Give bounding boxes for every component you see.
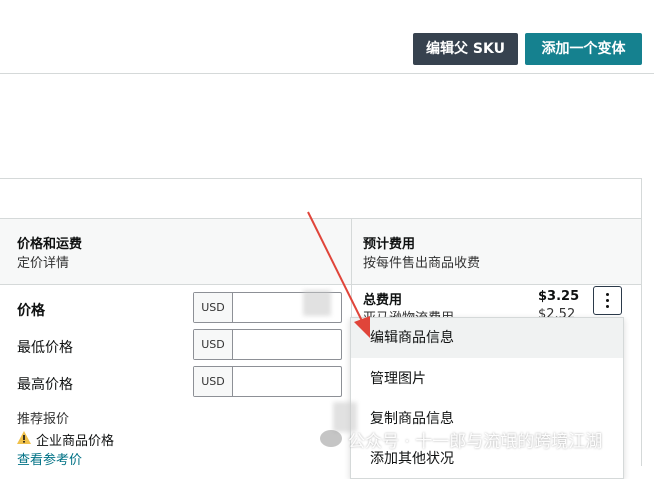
wechat-icon [320, 430, 342, 447]
watermark-text: 公众号 · 十一郎与流氓的跨境江湖 [348, 432, 603, 452]
annotation-arrow [307, 211, 370, 338]
